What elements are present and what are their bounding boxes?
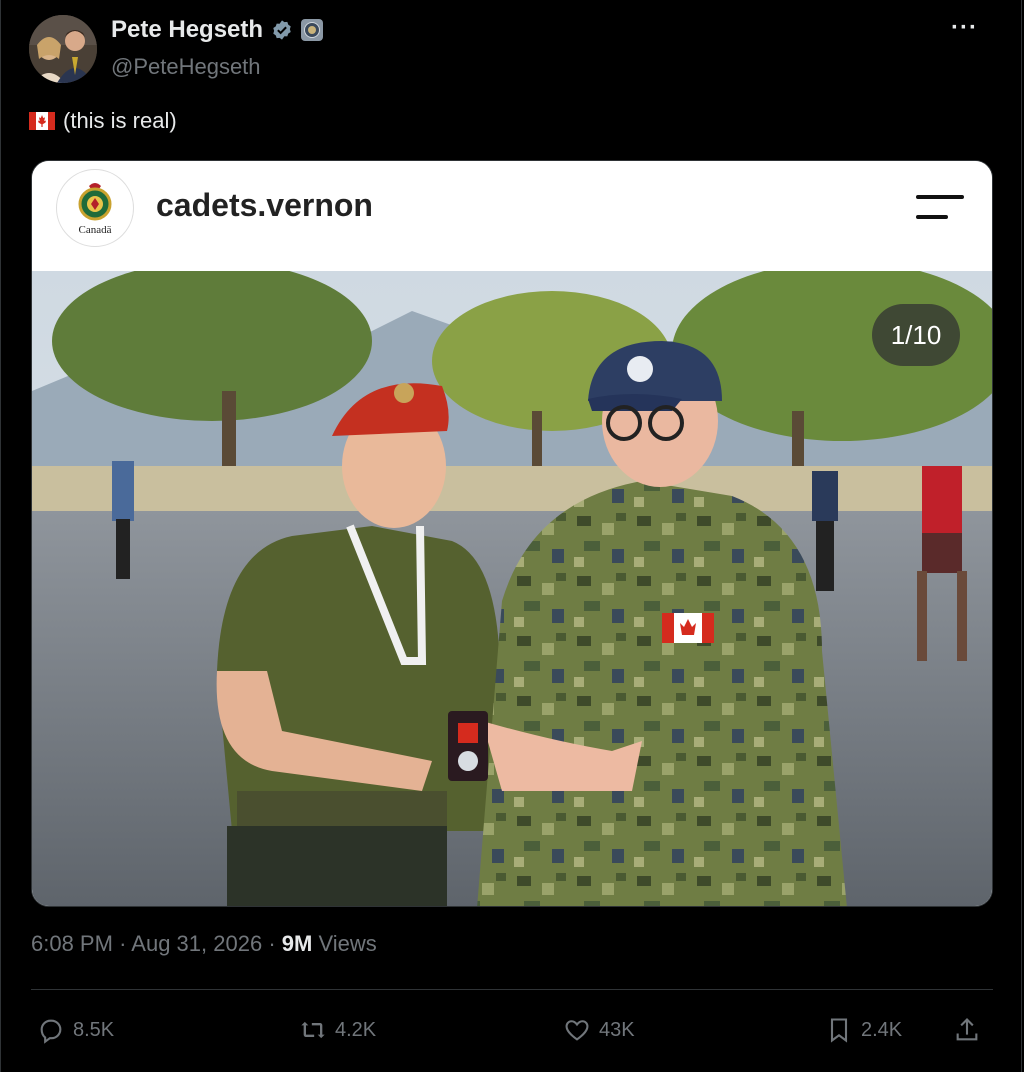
author-handle[interactable]: @PeteHegseth <box>111 54 261 80</box>
instagram-username[interactable]: cadets.vernon <box>156 187 373 224</box>
hamburger-menu-icon[interactable] <box>916 193 964 221</box>
more-options-icon[interactable]: ··· <box>951 14 978 42</box>
views-label: Views <box>318 931 377 956</box>
avatar[interactable] <box>29 15 97 83</box>
image-counter: 1/10 <box>872 304 960 366</box>
meta-separator: · <box>119 931 127 956</box>
meta-separator: · <box>268 931 276 956</box>
tweet-body: (this is real) <box>63 108 177 133</box>
author-row: Pete Hegseth <box>111 16 324 44</box>
share-button[interactable] <box>953 1016 981 1044</box>
repost-count: 4.2K <box>335 1018 377 1041</box>
bookmark-button[interactable]: 2.4K <box>825 1016 902 1044</box>
photo[interactable] <box>32 271 993 907</box>
logo-wordmark: Canadä <box>78 224 112 236</box>
canada-flag-icon <box>29 112 55 130</box>
verified-badge-icon <box>273 20 291 40</box>
divider <box>31 989 993 990</box>
media-card[interactable]: Canadä cadets.vernon 1/10 <box>31 160 993 907</box>
repost-button[interactable]: 4.2K <box>299 1016 376 1044</box>
bookmark-count: 2.4K <box>861 1018 903 1041</box>
reply-count: 8.5K <box>73 1018 115 1041</box>
author-name[interactable]: Pete Hegseth <box>111 16 263 44</box>
tweet-date[interactable]: Aug 31, 2026 <box>131 931 262 956</box>
share-icon <box>956 1018 978 1041</box>
bookmark-icon <box>830 1018 848 1043</box>
like-count: 43K <box>599 1018 635 1041</box>
tweet-time[interactable]: 6:08 PM <box>31 931 113 956</box>
reply-icon <box>40 1019 62 1044</box>
action-bar: 8.5K 4.2K 43K 2.4K <box>1 1016 1023 1056</box>
cadets-logo: Canadä <box>56 169 134 247</box>
cadets-crest-icon <box>78 183 112 221</box>
repost-icon <box>301 1021 325 1039</box>
views-count: 9M <box>281 931 313 956</box>
tweet-text: (this is real) <box>29 108 177 134</box>
government-seal-icon <box>301 19 324 41</box>
tweet-meta: 6:08 PM · Aug 31, 2026 · 9M Views <box>31 931 377 957</box>
reply-button[interactable]: 8.5K <box>37 1016 114 1044</box>
like-button[interactable]: 43K <box>563 1016 635 1044</box>
heart-icon <box>565 1020 589 1041</box>
instagram-header: Canadä cadets.vernon <box>32 161 992 271</box>
tweet-container: Pete Hegseth @PeteHegseth ··· (this is r… <box>0 0 1022 1072</box>
